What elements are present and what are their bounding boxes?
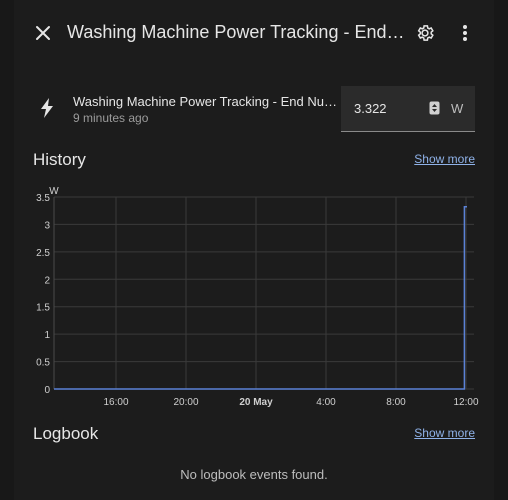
x-tick-label: 12:00 (453, 397, 478, 408)
dialog-header: Washing Machine Power Tracking - End Nu.… (14, 0, 494, 70)
more-vert-icon (462, 24, 468, 47)
logbook-show-more-link[interactable]: Show more (414, 426, 475, 440)
settings-button[interactable] (410, 20, 440, 50)
menu-button[interactable] (450, 20, 480, 50)
x-tick-label: 16:00 (103, 397, 128, 408)
logbook-title: Logbook (33, 424, 99, 443)
y-tick-label: 1.5 (36, 303, 50, 314)
y-tick-label: 2 (44, 275, 50, 286)
history-chart: 00.511.522.533.516:00 20:00 20 May 4:00 8:00… (36, 186, 479, 408)
unit-label: W (451, 101, 464, 116)
x-tick-label: 4:00 (316, 397, 336, 408)
close-button[interactable] (28, 20, 58, 50)
close-icon (35, 25, 51, 46)
y-tick-label: 0.5 (36, 358, 50, 369)
y-tick-label: 3 (44, 220, 50, 231)
x-tick-label: 20 May (239, 397, 273, 408)
history-title: History (33, 150, 86, 169)
y-tick-label: 0 (44, 385, 50, 396)
value-text: 3.322 (354, 101, 387, 116)
entity-name: Washing Machine Power Tracking - End Num… (73, 94, 341, 109)
value-input[interactable]: 3.322 W (341, 86, 475, 132)
gear-icon (415, 23, 435, 48)
history-show-more-link[interactable]: Show more (414, 152, 475, 166)
y-tick-label: 2.5 (36, 248, 50, 259)
y-tick-label: 1 (44, 330, 50, 341)
dialog-title: Washing Machine Power Tracking - End Nu.… (67, 22, 407, 42)
flash-icon (40, 98, 54, 123)
logbook-empty-message: No logbook events found. (180, 467, 328, 482)
x-tick-label: 20:00 (173, 397, 198, 408)
more-info-dialog: Washing Machine Power Tracking - End Nu.… (14, 0, 494, 500)
entity-last-changed: 9 minutes ago (73, 111, 149, 125)
spinner-icon[interactable] (429, 101, 440, 115)
x-tick-label: 8:00 (386, 397, 406, 408)
y-axis-label: W (49, 186, 59, 197)
